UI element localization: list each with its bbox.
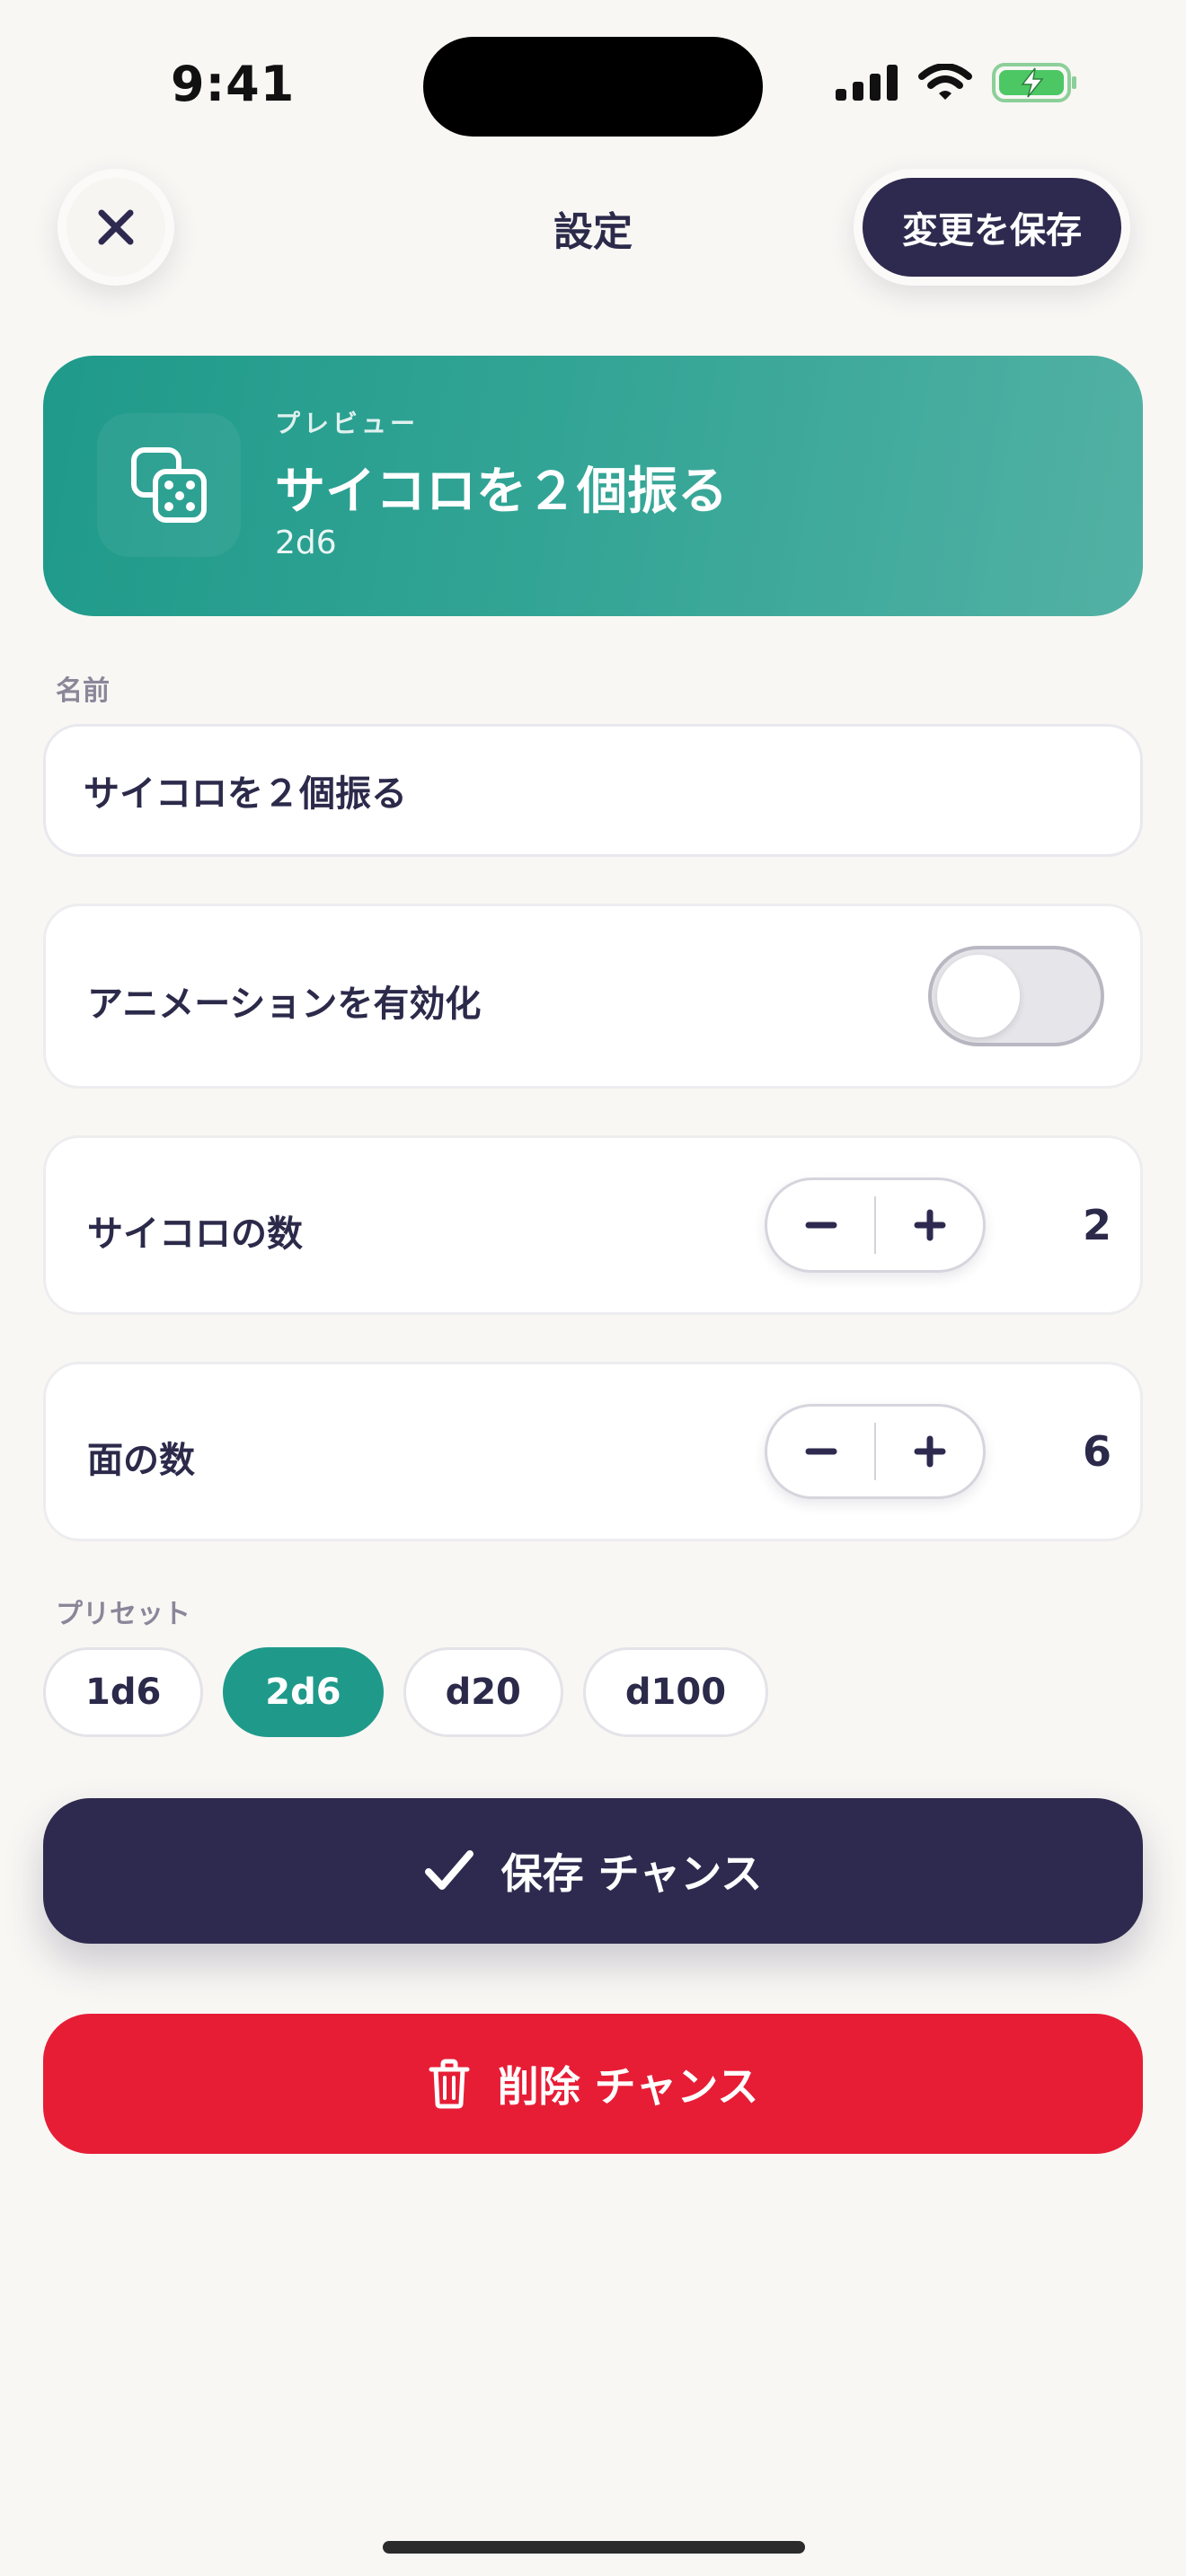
dice-count-row: サイコロの数 2 [43, 1135, 1143, 1315]
plus-icon [914, 1435, 945, 1468]
dice-count-increment-button[interactable] [876, 1180, 983, 1270]
signal-icon [836, 65, 898, 101]
animation-row: アニメーションを有効化 [43, 904, 1143, 1089]
home-indicator[interactable] [383, 2541, 805, 2554]
preset-chips: 1d6 2d6 d20 d100 [43, 1647, 769, 1737]
preset-chip-1d6[interactable]: 1d6 [43, 1647, 204, 1737]
dice-icon [131, 447, 207, 523]
save-changes-button[interactable]: 変更を保存 [863, 178, 1121, 277]
face-count-decrement-button[interactable] [767, 1407, 874, 1496]
save-chance-label: 保存 チャンス [500, 1849, 763, 1898]
delete-chance-button[interactable]: 削除 チャンス [43, 2014, 1143, 2154]
battery-charging-icon [992, 63, 1076, 102]
dice-count-stepper [765, 1178, 986, 1273]
plus-icon [914, 1209, 945, 1241]
preset-chip-2d6[interactable]: 2d6 [223, 1647, 384, 1737]
delete-chance-label: 削除 チャンス [497, 2062, 759, 2111]
face-count-increment-button[interactable] [876, 1407, 983, 1496]
save-chance-button[interactable]: 保存 チャンス [43, 1798, 1143, 1944]
preview-card: プレビュー サイコロを２個振る 2d6 [43, 356, 1143, 616]
face-count-row: 面の数 6 [43, 1362, 1143, 1541]
preview-kicker: プレビュー [275, 409, 420, 438]
preset-chip-d20[interactable]: d20 [403, 1647, 563, 1737]
status-time: 9:41 [171, 56, 296, 112]
save-changes-button-wrapper: 変更を保存 [854, 169, 1130, 286]
dice-count-decrement-button[interactable] [767, 1180, 874, 1270]
minus-icon [805, 1448, 836, 1455]
name-label: 名前 [56, 675, 110, 707]
face-count-label: 面の数 [87, 1440, 195, 1481]
dice-count-value: 2 [1082, 1201, 1111, 1249]
preview-title: サイコロを２個振る [275, 463, 728, 521]
toggle-knob [937, 955, 1020, 1037]
wifi-icon [918, 64, 972, 100]
checkmark-icon [424, 1850, 474, 1890]
name-field[interactable]: サイコロを２個振る [43, 724, 1143, 857]
trash-icon [429, 2059, 470, 2109]
dice-count-label: サイコロの数 [87, 1213, 303, 1255]
dice-icon-container [97, 413, 241, 557]
face-count-stepper [765, 1404, 986, 1499]
animation-toggle[interactable] [928, 946, 1104, 1046]
preset-chip-d100[interactable]: d100 [582, 1647, 769, 1737]
status-icons [836, 63, 1078, 102]
animation-label: アニメーションを有効化 [87, 984, 482, 1025]
minus-icon [805, 1222, 836, 1229]
dynamic-island [423, 37, 763, 137]
preview-notation: 2d6 [275, 525, 337, 561]
face-count-value: 6 [1082, 1427, 1111, 1476]
presets-label: プリセット [56, 1599, 190, 1630]
